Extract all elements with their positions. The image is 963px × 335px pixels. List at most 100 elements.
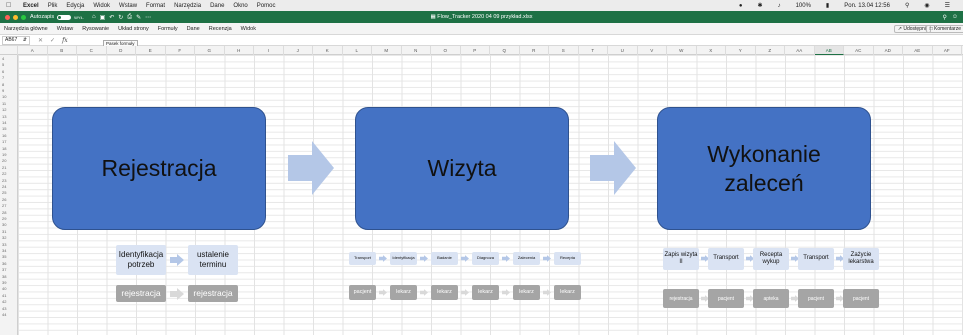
column-header[interactable]: AB [814, 46, 844, 55]
role-doctor[interactable]: lekarz [472, 285, 499, 300]
tab-draw[interactable]: Rysowanie [82, 26, 109, 32]
step-prescription[interactable]: Recepta [554, 252, 581, 265]
print-icon[interactable]: ⎙ [127, 14, 132, 21]
home-icon[interactable]: ⌂ [92, 14, 96, 21]
column-header[interactable]: W [667, 46, 697, 55]
bluetooth-icon[interactable]: ✱ [758, 2, 763, 9]
search-icon[interactable]: ⚲ [942, 14, 946, 21]
account-icon[interactable]: ☺ [952, 14, 958, 21]
minimize-window-icon[interactable] [13, 14, 18, 20]
menu-insert[interactable]: Wstaw [119, 3, 137, 9]
clock[interactable]: Pon. 13.04 12:56 [844, 3, 890, 9]
column-header[interactable]: Q [490, 46, 520, 55]
step-transport-2[interactable]: Transport [798, 248, 834, 270]
edit-icon[interactable]: ✎ [136, 14, 141, 21]
tab-view[interactable]: Widok [241, 26, 256, 32]
redo-icon[interactable]: ↻ [118, 14, 123, 21]
column-header[interactable]: V [638, 46, 667, 55]
column-header[interactable]: AF [933, 46, 962, 55]
role-doctor[interactable]: lekarz [513, 285, 540, 300]
apple-icon[interactable]:  [6, 2, 14, 9]
menu-edit[interactable]: Edycja [66, 3, 84, 9]
role-registration[interactable]: rejestracja [663, 289, 699, 308]
role-registration-1[interactable]: rejestracja [116, 285, 166, 302]
step-identify-needs[interactable]: Identyfikacja potrzeb [116, 245, 166, 275]
column-header[interactable]: L [343, 46, 372, 55]
column-header[interactable]: R [520, 46, 549, 55]
step-second-visit[interactable]: Zapis wizyta II [663, 248, 699, 270]
column-header[interactable]: U [608, 46, 638, 55]
function-button[interactable]: fx [62, 37, 68, 44]
menu-tools[interactable]: Narzędzia [174, 3, 201, 9]
step-buy-prescription[interactable]: Recepta wykup [753, 248, 789, 270]
menu-app-name[interactable]: Excel [23, 3, 39, 9]
menu-help[interactable]: Pomoc [257, 3, 276, 9]
tab-home[interactable]: Narzędzia główne [4, 26, 48, 32]
step-examination[interactable]: Badanie [431, 252, 458, 265]
column-header[interactable]: G [195, 46, 225, 55]
volume-icon[interactable]: ♪ [778, 3, 781, 9]
zoom-window-icon[interactable] [21, 14, 26, 20]
cancel-icon[interactable]: ✕ [38, 37, 43, 44]
step-set-appointment[interactable]: ustalenie terminu [188, 245, 238, 275]
role-doctor[interactable]: lekarz [390, 285, 417, 300]
column-header[interactable]: P [461, 46, 490, 55]
column-header[interactable]: A [18, 46, 48, 55]
stage-visit[interactable]: Wizyta [355, 107, 569, 230]
column-header[interactable]: M [372, 46, 402, 55]
column-header[interactable]: Y [726, 46, 756, 55]
stage-registration[interactable]: Rejestracja [52, 107, 266, 230]
tab-data[interactable]: Dane [187, 26, 200, 32]
save-icon[interactable]: ▣ [100, 14, 106, 21]
column-header[interactable]: AE [903, 46, 933, 55]
column-header[interactable]: B [48, 46, 77, 55]
menu-window[interactable]: Okno [233, 3, 247, 9]
battery-percent[interactable]: 100% [796, 3, 811, 9]
battery-icon[interactable]: ▮ [826, 2, 829, 9]
step-identification[interactable]: Identyfikacja [390, 252, 417, 265]
more-icon[interactable]: ⋯ [145, 14, 151, 21]
autosave-toggle[interactable] [57, 14, 72, 20]
column-header[interactable]: AA [785, 46, 815, 55]
role-patient[interactable]: pacjent [349, 285, 376, 300]
role-patient[interactable]: pacjent [798, 289, 834, 308]
stage-arrow-2[interactable] [590, 141, 636, 195]
stage-arrow-1[interactable] [288, 141, 334, 195]
menu-data[interactable]: Dane [210, 3, 224, 9]
column-header[interactable]: S [549, 46, 579, 55]
wifi-icon[interactable]: ● [739, 3, 743, 9]
column-header[interactable]: Z [756, 46, 785, 55]
column-header[interactable]: T [579, 46, 608, 55]
menu-file[interactable]: Plik [48, 3, 58, 9]
undo-icon[interactable]: ↶ [109, 14, 114, 21]
step-take-medicine[interactable]: Zażycie lekarstwa [843, 248, 879, 270]
column-header[interactable]: F [166, 46, 195, 55]
column-header[interactable]: N [402, 46, 431, 55]
chevron-down-icon[interactable]: ⇵ [23, 37, 27, 43]
column-header[interactable]: O [431, 46, 461, 55]
step-diagnosis[interactable]: Diagnoza [472, 252, 499, 265]
autosave[interactable]: Autozapis WYŁ. [30, 14, 84, 20]
menu-view[interactable]: Widok [93, 3, 110, 9]
column-header[interactable]: AC [844, 46, 874, 55]
tab-page-layout[interactable]: Układ strony [118, 26, 149, 32]
tab-review[interactable]: Recenzja [209, 26, 232, 32]
step-recommendations[interactable]: Zalecenia [513, 252, 540, 265]
spotlight-icon[interactable]: ⚲ [905, 2, 909, 9]
step-transport[interactable]: Transport [349, 252, 376, 265]
column-header[interactable]: X [697, 46, 726, 55]
column-header[interactable]: E [136, 46, 166, 55]
step-transport[interactable]: Transport [708, 248, 744, 270]
menu-format[interactable]: Format [146, 3, 165, 9]
column-header[interactable]: J [284, 46, 313, 55]
stage-recommendations[interactable]: Wykonanie zaleceń [657, 107, 871, 230]
column-header[interactable]: I [254, 46, 284, 55]
control-center-icon[interactable]: ☰ [945, 2, 950, 9]
role-patient[interactable]: pacjent [708, 289, 744, 308]
column-header[interactable]: K [313, 46, 343, 55]
tab-insert[interactable]: Wstaw [57, 26, 74, 32]
role-patient[interactable]: pacjent [843, 289, 879, 308]
name-box[interactable]: AB67 ⇵ [2, 35, 30, 45]
tab-formulas[interactable]: Formuły [158, 26, 178, 32]
row-header[interactable]: 44 [0, 312, 18, 318]
